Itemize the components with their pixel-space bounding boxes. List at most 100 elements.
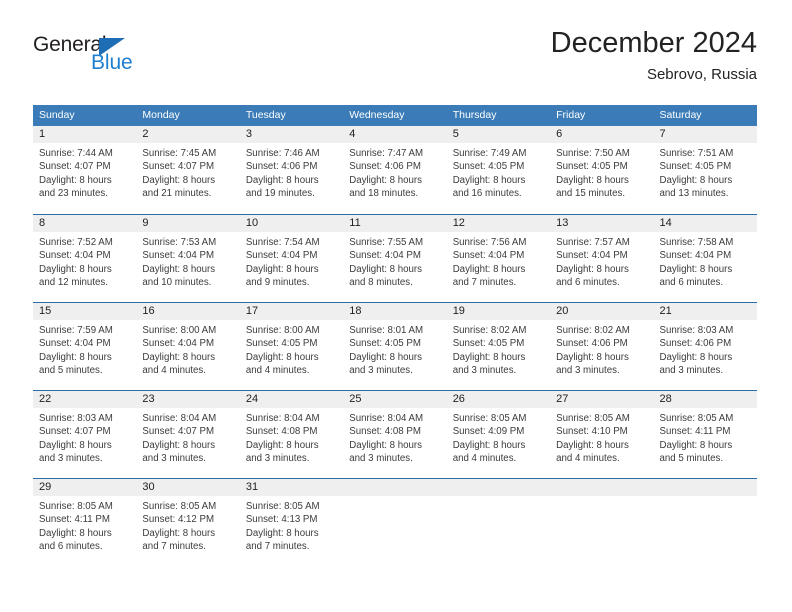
sunrise-text: Sunrise: 8:05 AM — [452, 413, 527, 424]
sunrise-text: Sunrise: 7:56 AM — [452, 237, 527, 248]
day-number: 15 — [33, 303, 137, 320]
sunset-text: Sunset: 4:10 PM — [556, 426, 628, 438]
day-cell-26[interactable]: 26 Sunrise: 8:05 AM Sunset: 4:09 PM Dayligh… — [446, 391, 551, 478]
day-sun-info: Sunrise: 7:57 AM Sunset: 4:04 PM Daylight:… — [550, 232, 653, 290]
daylight-text-line1: Daylight: 8 hours — [452, 351, 526, 363]
day-cell-14[interactable]: 14 Sunrise: 7:58 AM Sunset: 4:04 PM Dayligh… — [653, 215, 757, 302]
daylight-text-line2: and 19 minutes. — [245, 188, 315, 200]
daylight-text-line2: and 16 minutes. — [452, 188, 522, 200]
day-cell-3[interactable]: 3 Sunrise: 7:46 AM Sunset: 4:06 PM Daylight… — [239, 126, 344, 214]
location-subtitle: Sebrovo, Russia — [646, 66, 757, 83]
calendar-weeks: 1 Sunrise: 7:44 AM Sunset: 4:07 PM Daylight… — [33, 126, 757, 566]
sunrise-text: Sunrise: 7:57 AM — [556, 237, 630, 248]
day-cell-empty — [653, 479, 757, 566]
sunrise-text: Sunrise: 8:05 AM — [556, 413, 630, 424]
day-cell-7[interactable]: 7 Sunrise: 7:51 AM Sunset: 4:05 PM Daylight… — [653, 126, 757, 214]
daylight-text-line1: Daylight: 8 hours — [142, 174, 216, 186]
daylight-text-line1: Daylight: 8 hours — [659, 174, 733, 186]
day-cell-31[interactable]: 31 Sunrise: 8:05 AM Sunset: 4:13 PM Dayligh… — [239, 479, 344, 566]
daylight-text-line1: Daylight: 8 hours — [659, 439, 733, 451]
sunset-text: Sunset: 4:05 PM — [452, 161, 525, 173]
day-cell-21[interactable]: 21 Sunrise: 8:03 AM Sunset: 4:06 PM Dayligh… — [653, 303, 757, 390]
day-cell-9[interactable]: 9 Sunrise: 7:53 AM Sunset: 4:04 PM Daylight… — [136, 215, 240, 302]
day-sun-info: Sunrise: 8:01 AM Sunset: 4:05 PM Daylight:… — [343, 320, 446, 378]
day-cell-11[interactable]: 11 Sunrise: 7:55 AM Sunset: 4:04 PM Dayligh… — [343, 215, 447, 302]
daylight-text-line1: Daylight: 8 hours — [245, 351, 319, 363]
day-number: 8 — [33, 215, 137, 232]
day-cell-2[interactable]: 2 Sunrise: 7:45 AM Sunset: 4:07 PM Daylight… — [136, 126, 240, 214]
day-cell-29[interactable]: 29 Sunrise: 8:05 AM Sunset: 4:11 PM Dayligh… — [33, 479, 137, 566]
sunset-text: Sunset: 4:05 PM — [452, 338, 525, 350]
daylight-text-line1: Daylight: 8 hours — [142, 351, 216, 363]
day-cell-4[interactable]: 4 Sunrise: 7:47 AM Sunset: 4:06 PM Daylight… — [343, 126, 447, 214]
day-cell-19[interactable]: 19 Sunrise: 8:02 AM Sunset: 4:05 PM Dayligh… — [446, 303, 551, 390]
daylight-text-line1: Daylight: 8 hours — [349, 439, 422, 451]
weekday-header-saturday: Saturday — [659, 109, 702, 121]
day-number: 1 — [33, 126, 137, 143]
day-cell-23[interactable]: 23 Sunrise: 8:04 AM Sunset: 4:07 PM Dayligh… — [136, 391, 240, 478]
day-sun-info: Sunrise: 7:56 AM Sunset: 4:04 PM Daylight:… — [447, 232, 550, 290]
daylight-text-line2: and 5 minutes. — [659, 453, 724, 465]
sunrise-text: Sunrise: 8:04 AM — [142, 413, 217, 424]
daylight-text-line1: Daylight: 8 hours — [39, 263, 112, 275]
daylight-text-line1: Daylight: 8 hours — [556, 351, 629, 363]
sunset-text: Sunset: 4:11 PM — [39, 514, 110, 526]
day-cell-27[interactable]: 27 Sunrise: 8:05 AM Sunset: 4:10 PM Dayligh… — [550, 391, 654, 478]
day-cell-6[interactable]: 6 Sunrise: 7:50 AM Sunset: 4:05 PM Daylight… — [550, 126, 654, 214]
day-cell-24[interactable]: 24 Sunrise: 8:04 AM Sunset: 4:08 PM Dayligh… — [239, 391, 344, 478]
day-cell-10[interactable]: 10 Sunrise: 7:54 AM Sunset: 4:04 PM Dayligh… — [239, 215, 344, 302]
daylight-text-line2: and 5 minutes. — [39, 365, 103, 377]
daylight-text-line2: and 7 minutes. — [142, 541, 206, 553]
day-cell-30[interactable]: 30 Sunrise: 8:05 AM Sunset: 4:12 PM Dayligh… — [136, 479, 240, 566]
sunrise-text: Sunrise: 7:59 AM — [39, 325, 113, 336]
day-sun-info: Sunrise: 7:46 AM Sunset: 4:06 PM Daylight:… — [240, 143, 343, 201]
day-cell-16[interactable]: 16 Sunrise: 8:00 AM Sunset: 4:04 PM Dayligh… — [136, 303, 240, 390]
daylight-text-line2: and 18 minutes. — [349, 188, 419, 200]
sunrise-text: Sunrise: 8:02 AM — [556, 325, 630, 336]
daylight-text-line1: Daylight: 8 hours — [556, 263, 629, 275]
weekday-header-row: Sunday Monday Tuesday Wednesday Thursday Frid… — [33, 105, 757, 126]
sunrise-text: Sunrise: 8:05 AM — [659, 413, 734, 424]
calendar-week-row: 1 Sunrise: 7:44 AM Sunset: 4:07 PM Daylight… — [33, 126, 757, 214]
day-number: 28 — [653, 391, 757, 408]
sunset-text: Sunset: 4:04 PM — [39, 338, 111, 350]
day-sun-info: Sunrise: 8:05 AM Sunset: 4:10 PM Daylight:… — [550, 408, 653, 466]
daylight-text-line1: Daylight: 8 hours — [349, 351, 422, 363]
daylight-text-line1: Daylight: 8 hours — [245, 527, 319, 539]
day-number — [343, 479, 447, 496]
weekday-header-wednesday: Wednesday — [349, 109, 405, 121]
daylight-text-line2: and 15 minutes. — [556, 188, 626, 200]
day-cell-22[interactable]: 22 Sunrise: 8:03 AM Sunset: 4:07 PM Dayligh… — [33, 391, 137, 478]
daylight-text-line2: and 4 minutes. — [142, 365, 206, 377]
day-sun-info: Sunrise: 7:58 AM Sunset: 4:04 PM Daylight:… — [654, 232, 757, 290]
day-cell-17[interactable]: 17 Sunrise: 8:00 AM Sunset: 4:05 PM Dayligh… — [239, 303, 344, 390]
day-cell-5[interactable]: 5 Sunrise: 7:49 AM Sunset: 4:05 PM Daylight… — [446, 126, 551, 214]
day-cell-12[interactable]: 12 Sunrise: 7:56 AM Sunset: 4:04 PM Dayligh… — [446, 215, 551, 302]
day-cell-20[interactable]: 20 Sunrise: 8:02 AM Sunset: 4:06 PM Dayligh… — [550, 303, 654, 390]
day-number: 13 — [550, 215, 654, 232]
day-cell-1[interactable]: 1 Sunrise: 7:44 AM Sunset: 4:07 PM Daylight… — [33, 126, 137, 214]
sunrise-text: Sunrise: 8:05 AM — [39, 501, 113, 512]
day-cell-18[interactable]: 18 Sunrise: 8:01 AM Sunset: 4:05 PM Dayligh… — [343, 303, 447, 390]
day-cell-28[interactable]: 28 Sunrise: 8:05 AM Sunset: 4:11 PM Dayligh… — [653, 391, 757, 478]
day-cell-15[interactable]: 15 Sunrise: 7:59 AM Sunset: 4:04 PM Dayligh… — [33, 303, 137, 390]
daylight-text-line1: Daylight: 8 hours — [556, 174, 629, 186]
day-number: 23 — [136, 391, 240, 408]
daylight-text-line2: and 23 minutes. — [39, 188, 108, 200]
day-sun-info: Sunrise: 8:04 AM Sunset: 4:08 PM Daylight:… — [240, 408, 343, 466]
day-number: 26 — [446, 391, 551, 408]
generalblue-logo[interactable]: General Blue — [33, 34, 153, 82]
calendar-page: General Blue December 2024 Sebrovo, Russ… — [0, 0, 792, 612]
sunset-text: Sunset: 4:04 PM — [349, 250, 421, 262]
day-cell-25[interactable]: 25 Sunrise: 8:04 AM Sunset: 4:08 PM Dayligh… — [343, 391, 447, 478]
day-cell-13[interactable]: 13 Sunrise: 7:57 AM Sunset: 4:04 PM Dayligh… — [550, 215, 654, 302]
sunset-text: Sunset: 4:12 PM — [142, 514, 215, 526]
day-cell-8[interactable]: 8 Sunrise: 7:52 AM Sunset: 4:04 PM Daylight… — [33, 215, 137, 302]
day-number: 14 — [653, 215, 757, 232]
day-sun-info: Sunrise: 7:55 AM Sunset: 4:04 PM Daylight:… — [343, 232, 446, 290]
sunrise-text: Sunrise: 7:47 AM — [349, 148, 424, 159]
daylight-text-line2: and 8 minutes. — [349, 277, 413, 289]
daylight-text-line1: Daylight: 8 hours — [556, 439, 629, 451]
sunrise-text: Sunrise: 7:51 AM — [659, 148, 734, 159]
calendar-week-row: 8 Sunrise: 7:52 AM Sunset: 4:04 PM Daylight… — [33, 214, 757, 302]
